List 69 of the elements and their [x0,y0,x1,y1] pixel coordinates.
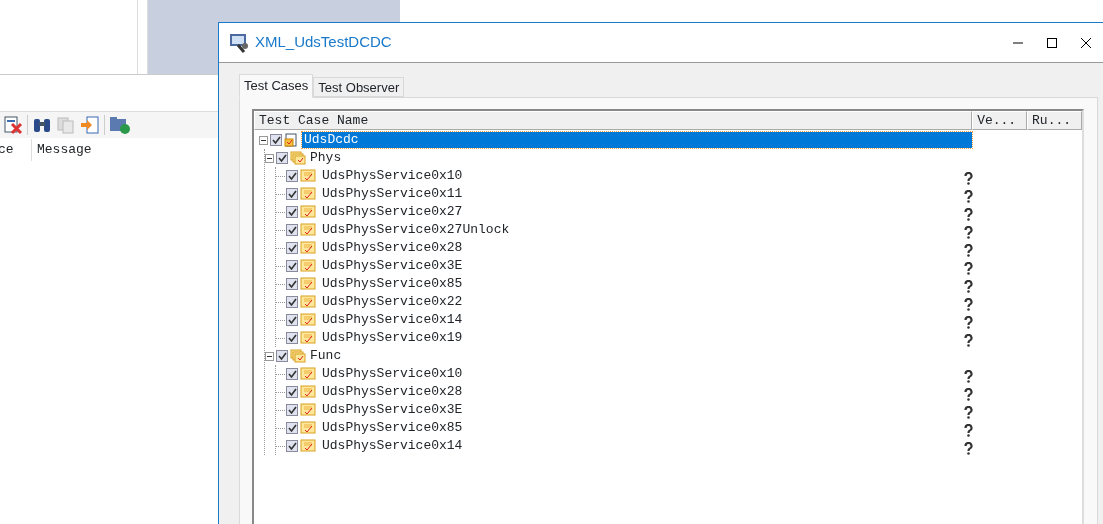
tree-item[interactable]: UdsPhysService0x22 [320,294,465,310]
checkbox[interactable] [286,278,298,290]
checkbox[interactable] [276,152,288,164]
test-icon [300,205,316,219]
checkbox[interactable] [276,350,288,362]
column-header[interactable]: Ru... [1027,111,1082,130]
tree-item[interactable]: UdsPhysService0x11 [320,186,465,202]
test-icon [300,169,316,183]
checkbox[interactable] [286,242,298,254]
test-icon [284,133,300,147]
checkbox[interactable] [286,188,298,200]
tree-item[interactable]: UdsPhysService0x10 [320,366,465,382]
checkbox[interactable] [286,422,298,434]
test-icon [300,277,316,291]
window-title: XML_UdsTestDCDC [255,32,392,53]
column-header[interactable]: Ve... [972,111,1028,130]
checkbox[interactable] [286,260,298,272]
checkbox[interactable] [286,386,298,398]
checkbox[interactable] [286,224,298,236]
tab[interactable]: Test Observer [313,77,405,97]
tree-item[interactable]: Func [308,348,344,364]
collapse-toggle[interactable] [265,351,274,361]
folder-icon [290,349,306,363]
app-icon [229,31,251,54]
tree-item[interactable]: UdsPhysService0x3E [320,402,465,418]
test-icon [300,241,316,255]
tree-item[interactable]: UdsPhysService0x85 [320,276,465,292]
tree-item[interactable]: UdsPhysService0x28 [320,240,465,256]
checkbox[interactable] [286,314,298,326]
tree-item[interactable]: UdsPhysService0x19 [320,330,465,346]
tree-item[interactable]: UdsDcdc [302,132,972,148]
test-icon [300,187,316,201]
checkbox[interactable] [270,134,282,146]
close-icon [1080,36,1092,49]
test-icon [300,223,316,237]
checkbox[interactable] [286,404,298,416]
delete-document-icon[interactable] [3,115,23,135]
tree-item[interactable]: UdsPhysService0x3E [320,258,465,274]
test-icon [300,313,316,327]
column-header[interactable]: Test Case Name [254,111,973,130]
test-icon [300,439,316,453]
collapse-toggle[interactable] [259,135,268,145]
collapse-toggle[interactable] [265,153,274,163]
tree-item[interactable]: UdsPhysService0x28 [320,384,465,400]
checkbox[interactable] [286,206,298,218]
tree-item[interactable]: UdsPhysService0x85 [320,420,465,436]
tree-item[interactable]: Phys [308,150,344,166]
checkbox[interactable] [286,170,298,182]
column-header[interactable]: Message [32,140,92,160]
tree-item[interactable]: UdsPhysService0x10 [320,168,465,184]
test-icon [300,295,316,309]
checkbox[interactable] [286,296,298,308]
checkbox[interactable] [286,332,298,344]
test-icon [300,331,316,345]
test-icon [300,421,316,435]
tree-item[interactable]: UdsPhysService0x27Unlock [320,222,512,238]
tree-item[interactable]: UdsPhysService0x14 [320,438,465,454]
test-icon [300,385,316,399]
test-icon [300,403,316,417]
checkbox[interactable] [286,440,298,452]
tree-item[interactable]: UdsPhysService0x27 [320,204,465,220]
test-icon [300,367,316,381]
test-icon [300,259,316,273]
folder-globe-icon[interactable] [109,115,131,135]
checkbox[interactable] [286,368,298,380]
maximize-icon [1046,36,1058,49]
tab[interactable]: Test Cases [239,74,314,98]
folder-icon [290,151,306,165]
tree-item[interactable]: UdsPhysService0x14 [320,312,465,328]
